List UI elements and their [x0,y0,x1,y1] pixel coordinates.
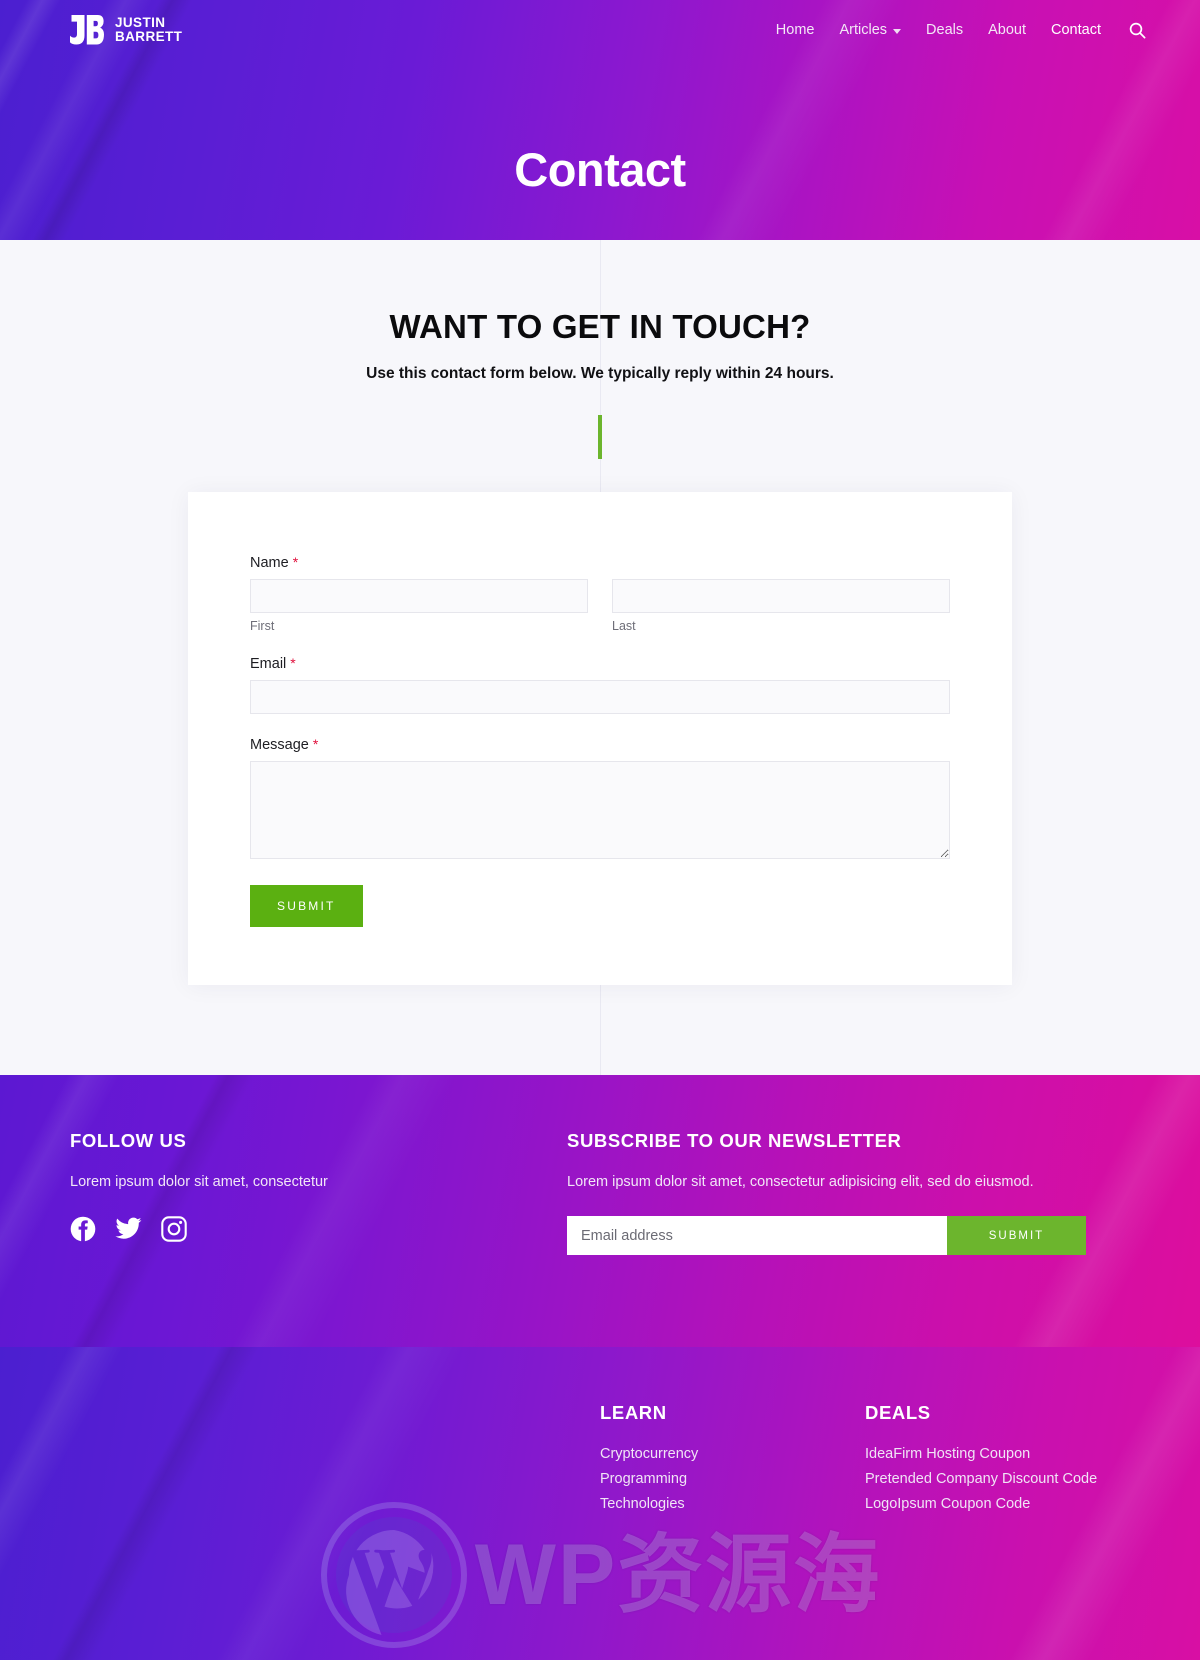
main-navigation: JUSTIN BARRETT Home Articles Deals About [0,0,1200,60]
facebook-icon [70,1216,96,1242]
newsletter-form: SUBMIT [567,1216,1130,1255]
nav-item-contact[interactable]: Contact [1051,22,1101,38]
page-title: Contact [514,143,686,196]
social-links-row [70,1216,567,1242]
nav-item-about[interactable]: About [988,22,1026,38]
site-logo[interactable]: JUSTIN BARRETT [70,15,182,45]
search-button[interactable] [1125,18,1150,43]
section-header: WANT TO GET IN TOUCH? Use this contact f… [0,240,1200,459]
nav-item-about-label: About [988,22,1027,38]
main-content: WANT TO GET IN TOUCH? Use this contact f… [0,240,1200,1075]
footer-link-programming[interactable]: Programming [600,1471,865,1487]
email-field-group: Email * [250,655,950,714]
nav-item-articles-label: Articles [839,22,888,38]
nav-item-deals-label: Deals [926,22,964,38]
footer-top: FOLLOW US Lorem ipsum dolor sit amet, co… [0,1075,1200,1347]
footer-column-learn: LEARN Cryptocurrency Programming Technol… [600,1402,865,1521]
brand-line-2: BARRETT [115,29,183,44]
footer-column-learn-heading: LEARN [600,1402,667,1423]
message-field-group: Message * [250,736,950,859]
brand-wordmark: JUSTIN BARRETT [115,14,183,45]
footer-links-section: LEARN Cryptocurrency Programming Technol… [0,1347,1200,1660]
nav-links: Home Articles Deals About Contact [776,22,1101,38]
accent-divider [598,415,602,459]
message-label: Message * [250,736,950,753]
hero-header: JUSTIN BARRETT Home Articles Deals About [0,0,1200,240]
message-textarea[interactable] [250,761,950,859]
footer-link-cryptocurrency[interactable]: Cryptocurrency [600,1446,865,1462]
chevron-down-icon [893,28,902,34]
nav-item-home[interactable]: Home [776,22,815,38]
twitter-icon [115,1217,142,1239]
message-required-marker: * [312,736,319,752]
footer-top-inner: FOLLOW US Lorem ipsum dolor sit amet, co… [0,1075,1200,1255]
newsletter-column: SUBSCRIBE TO OUR NEWSLETTER Lorem ipsum … [567,1130,1130,1255]
email-label: Email * [250,655,950,672]
last-name-column: Last [612,579,950,633]
footer-link-ideafirm-hosting-coupon[interactable]: IdeaFirm Hosting Coupon [865,1446,1130,1462]
name-required-marker: * [292,554,299,570]
nav-item-deals[interactable]: Deals [926,22,963,38]
last-name-sub-label: Last [612,619,636,633]
section-title: WANT TO GET IN TOUCH? [389,308,811,345]
follow-us-heading: FOLLOW US [70,1130,187,1151]
social-link-instagram[interactable] [161,1216,187,1242]
name-label-text: Name [250,555,289,571]
jb-monogram-icon [70,15,104,45]
instagram-icon [161,1216,187,1242]
footer-column-deals: DEALS IdeaFirm Hosting Coupon Pretended … [865,1402,1130,1521]
search-icon [1129,22,1146,38]
footer-link-pretended-company-discount-code[interactable]: Pretended Company Discount Code [865,1471,1130,1487]
newsletter-heading: SUBSCRIBE TO OUR NEWSLETTER [567,1130,902,1151]
footer-link-logoipsum-coupon-code[interactable]: LogoIpsum Coupon Code [865,1496,1130,1512]
footer-links-inner: LEARN Cryptocurrency Programming Technol… [0,1347,1200,1521]
last-name-input[interactable] [612,579,950,613]
email-label-text: Email [250,656,287,672]
contact-form-card: Name * First Last Email * Message * SUBM… [188,492,1012,985]
email-required-marker: * [290,655,296,671]
follow-us-column: FOLLOW US Lorem ipsum dolor sit amet, co… [70,1130,567,1255]
page-root: JUSTIN BARRETT Home Articles Deals About [0,0,1200,1660]
social-link-facebook[interactable] [70,1216,96,1242]
name-label: Name * [250,554,950,571]
footer-link-technologies[interactable]: Technologies [600,1496,865,1512]
follow-us-text: Lorem ipsum dolor sit amet, consectetur [70,1174,328,1190]
brand-line-1: JUSTIN [115,14,166,30]
name-field-group: Name * First Last [250,554,950,633]
first-name-column: First [250,579,588,633]
nav-item-home-label: Home [775,22,815,38]
nav-item-articles[interactable]: Articles [839,22,902,38]
nav-item-contact-label: Contact [1051,22,1101,38]
section-subtitle: Use this contact form below. We typicall… [366,365,834,382]
footer-column-deals-heading: DEALS [865,1402,931,1423]
first-name-input[interactable] [250,579,588,613]
newsletter-text: Lorem ipsum dolor sit amet, consectetur … [567,1174,1034,1190]
email-input[interactable] [250,680,950,714]
contact-submit-button[interactable]: SUBMIT [250,885,363,927]
social-link-twitter[interactable] [115,1216,142,1242]
name-inputs-row: First Last [250,579,950,633]
newsletter-email-input[interactable] [567,1216,947,1255]
newsletter-submit-button[interactable]: SUBMIT [947,1216,1086,1255]
first-name-sub-label: First [250,619,275,633]
message-label-text: Message [250,737,309,753]
